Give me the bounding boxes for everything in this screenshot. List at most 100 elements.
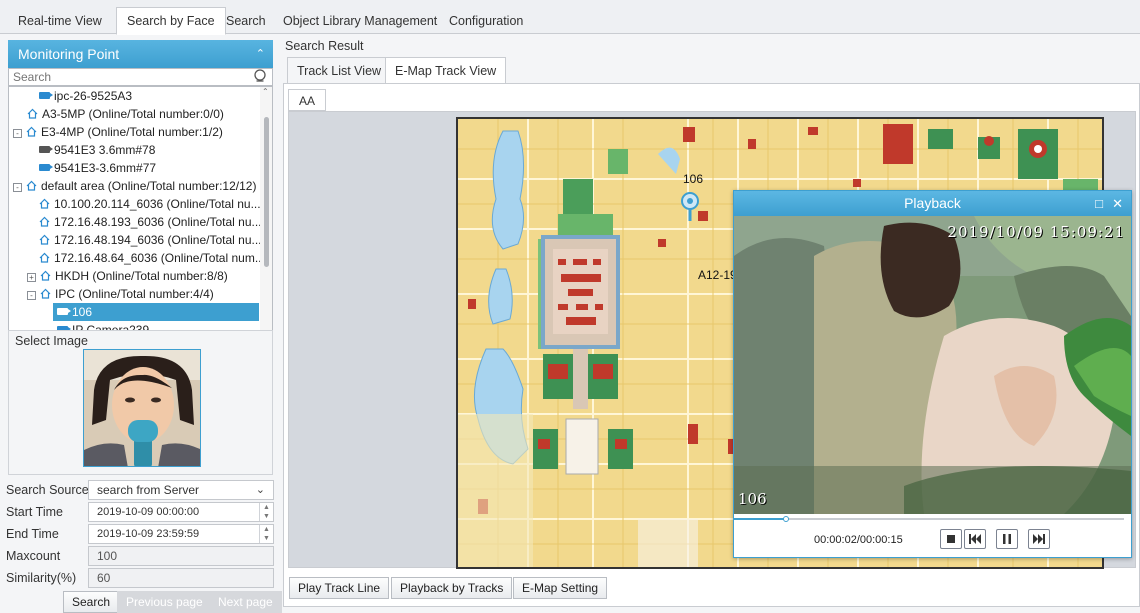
tab-configuration[interactable]: Configuration bbox=[439, 8, 533, 34]
tree-item[interactable]: 10.100.20.114_6036 (Online/Total nu... bbox=[39, 195, 261, 213]
fast-forward-icon bbox=[1033, 534, 1045, 544]
area-icon bbox=[39, 198, 50, 209]
tab-e-map-track-view[interactable]: E-Map Track View bbox=[385, 57, 507, 83]
e-map-setting-button[interactable]: E-Map Setting bbox=[513, 577, 608, 599]
collapse-icon[interactable]: ⌃ bbox=[256, 40, 265, 68]
time-spinner-icon[interactable]: ▲ ▼ bbox=[259, 525, 273, 543]
playback-video[interactable]: 2019/10/09 15:09:21 106 bbox=[734, 216, 1131, 514]
stop-icon bbox=[947, 535, 955, 543]
monitoring-point-header[interactable]: Monitoring Point ⌃ bbox=[8, 40, 273, 68]
area-icon bbox=[40, 270, 51, 281]
camera-icon bbox=[57, 308, 71, 315]
tab-search[interactable]: Search bbox=[216, 8, 276, 34]
maxcount-row: Maxcount 100 bbox=[0, 546, 280, 568]
similarity-field[interactable]: 60 bbox=[88, 568, 274, 588]
pause-button[interactable] bbox=[996, 529, 1018, 549]
similarity-label: Similarity(%) bbox=[6, 571, 77, 585]
start-time-label: Start Time bbox=[6, 505, 63, 519]
map-text-label: A12-19 bbox=[698, 268, 737, 282]
tree-item[interactable]: ipc-26-9525A3 bbox=[39, 87, 132, 105]
end-time-row: End Time 2019-10-09 23:59:59 ▲ ▼ bbox=[0, 524, 280, 546]
tree-item[interactable]: 172.16.48.64_6036 (Online/Total num... bbox=[39, 249, 265, 267]
area-icon bbox=[27, 108, 38, 119]
left-panel: Monitoring Point ⌃ ipc-26-9525A3 A3-5MP … bbox=[0, 35, 282, 613]
search-source-label: Search Source bbox=[6, 483, 89, 497]
search-source-row: Search Source search from Server ⌄ bbox=[0, 480, 280, 502]
expand-tree-icon[interactable]: + bbox=[27, 273, 36, 282]
start-time-field[interactable]: 2019-10-09 00:00:00 ▲ ▼ bbox=[88, 502, 274, 522]
tab-real-time-view[interactable]: Real-time View bbox=[8, 8, 112, 34]
area-icon bbox=[26, 126, 37, 137]
chevron-down-icon: ⌄ bbox=[255, 484, 265, 496]
area-icon bbox=[26, 180, 37, 191]
camera-offline-icon bbox=[39, 146, 53, 153]
tab-object-library-management[interactable]: Object Library Management bbox=[273, 8, 447, 34]
maxcount-field[interactable]: 100 bbox=[88, 546, 274, 566]
playback-progress-bar[interactable] bbox=[734, 514, 1131, 524]
collapse-tree-icon[interactable]: - bbox=[27, 291, 36, 300]
close-icon[interactable]: ✕ bbox=[1112, 191, 1123, 216]
tree-item[interactable]: - IPC (Online/Total number:4/4) bbox=[27, 285, 214, 303]
tree-item[interactable]: - default area (Online/Total number:12/12… bbox=[13, 177, 256, 195]
search-input[interactable] bbox=[9, 69, 249, 85]
tree-item[interactable]: - E3-4MP (Online/Total number:1/2) bbox=[13, 123, 223, 141]
area-icon bbox=[39, 234, 50, 245]
select-image-panel: Select Image bbox=[8, 330, 273, 475]
tree-item[interactable]: 172.16.48.193_6036 (Online/Total nu... bbox=[39, 213, 262, 231]
playback-title-bar[interactable]: Playback □ ✕ bbox=[734, 191, 1131, 216]
tree-item[interactable]: A3-5MP (Online/Total number:0/0) bbox=[27, 105, 224, 123]
tree-item-selected[interactable]: 106 bbox=[53, 303, 259, 321]
area-icon bbox=[40, 288, 51, 299]
scrollbar-thumb[interactable] bbox=[264, 117, 269, 267]
search-result-label: Search Result bbox=[285, 39, 364, 53]
search-source-select[interactable]: search from Server ⌄ bbox=[88, 480, 274, 500]
search-icon[interactable] bbox=[253, 68, 269, 84]
device-tree: ipc-26-9525A3 A3-5MP (Online/Total numbe… bbox=[8, 86, 273, 362]
scroll-up-icon[interactable]: ⌃ bbox=[262, 87, 269, 96]
previous-page-button[interactable]: Previous page bbox=[117, 591, 212, 613]
camera-icon bbox=[39, 164, 53, 171]
face-thumbnail[interactable] bbox=[83, 349, 201, 467]
tree-item[interactable]: 9541E3-3.6mm#77 bbox=[39, 159, 156, 177]
area-icon bbox=[39, 216, 50, 227]
face-image bbox=[84, 350, 200, 466]
main-tab-bar: Real-time View Search by Face Search Obj… bbox=[0, 0, 1140, 35]
collapse-tree-icon[interactable]: - bbox=[13, 183, 22, 192]
end-time-field[interactable]: 2019-10-09 23:59:59 ▲ ▼ bbox=[88, 524, 274, 544]
monitoring-point-title: Monitoring Point bbox=[18, 46, 120, 62]
search-field bbox=[8, 68, 273, 86]
tree-scrollbar[interactable]: ⌃ ⌄ bbox=[260, 87, 272, 361]
pause-icon bbox=[1003, 534, 1011, 544]
start-time-row: Start Time 2019-10-09 00:00:00 ▲ ▼ bbox=[0, 502, 280, 524]
maximize-icon[interactable]: □ bbox=[1095, 191, 1103, 216]
play-track-line-button[interactable]: Play Track Line bbox=[289, 577, 390, 599]
map-tab-aa[interactable]: AA bbox=[288, 89, 327, 111]
tree-item[interactable]: 9541E3 3.6mm#78 bbox=[39, 141, 155, 159]
video-timestamp-overlay: 2019/10/09 15:09:21 bbox=[947, 223, 1125, 241]
tab-search-by-face[interactable]: Search by Face bbox=[116, 7, 226, 35]
tree-item[interactable]: 172.16.48.194_6036 (Online/Total nu... bbox=[39, 231, 262, 249]
stop-button[interactable] bbox=[940, 529, 962, 549]
rewind-icon bbox=[969, 534, 981, 544]
progress-handle[interactable] bbox=[782, 516, 789, 522]
end-time-label: End Time bbox=[6, 527, 59, 541]
playback-by-tracks-button[interactable]: Playback by Tracks bbox=[391, 577, 513, 599]
progress-track[interactable] bbox=[734, 516, 1124, 522]
fast-forward-button[interactable] bbox=[1028, 529, 1050, 549]
select-image-label: Select Image bbox=[15, 334, 88, 348]
similarity-row: Similarity(%) 60 bbox=[0, 568, 280, 590]
tree-item[interactable]: + HKDH (Online/Total number:8/8) bbox=[27, 267, 228, 285]
next-page-button[interactable]: Next page bbox=[209, 591, 282, 613]
search-button[interactable]: Search bbox=[63, 591, 120, 613]
camera-icon bbox=[39, 92, 53, 99]
time-spinner-icon[interactable]: ▲ ▼ bbox=[259, 503, 273, 521]
video-camera-overlay: 106 bbox=[738, 490, 767, 508]
rewind-button[interactable] bbox=[964, 529, 986, 549]
playback-window[interactable]: Playback □ ✕ 2019/10/09 15:09:21 106 00:… bbox=[733, 190, 1132, 558]
collapse-tree-icon[interactable]: - bbox=[13, 129, 22, 138]
playback-title: Playback bbox=[904, 195, 961, 211]
map-marker-label: 106 bbox=[683, 172, 703, 186]
tab-track-list-view[interactable]: Track List View bbox=[287, 57, 392, 83]
maxcount-label: Maxcount bbox=[6, 549, 61, 563]
playback-time-display: 00:00:02/00:00:15 bbox=[814, 534, 903, 546]
